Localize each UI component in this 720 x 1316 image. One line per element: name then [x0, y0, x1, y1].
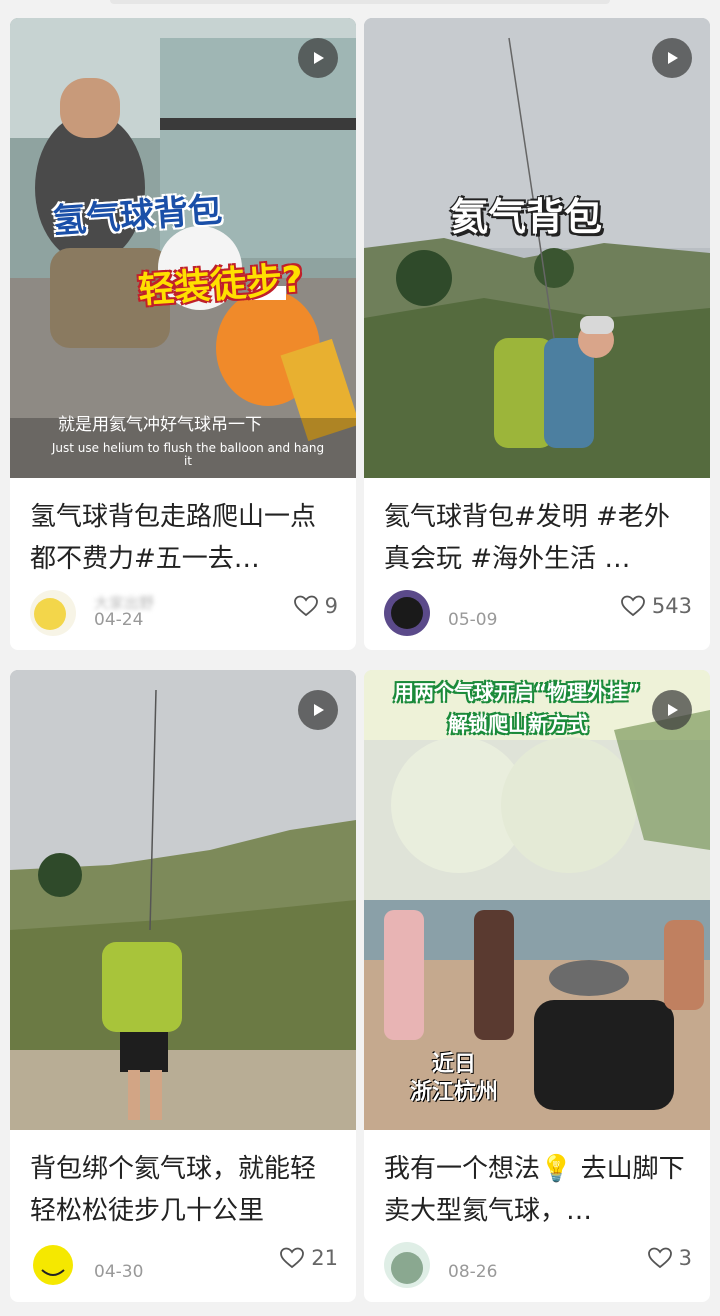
like-button[interactable]: 21: [279, 1246, 338, 1270]
note-title[interactable]: 背包绑个氦气球，就能轻轻松松徒步几十公里: [10, 1130, 356, 1242]
heart-outline-icon: [293, 595, 318, 617]
cover-image: [364, 670, 710, 1130]
cover-headline-2: 解锁爬山新方式: [448, 712, 588, 736]
like-count: 3: [678, 1246, 692, 1270]
video-cover[interactable]: 氦气背包: [364, 18, 710, 478]
cover-image: [364, 18, 710, 478]
cover-location-2: 浙江杭州: [410, 1080, 499, 1105]
play-icon: [314, 52, 324, 64]
post-date: 05-09: [448, 610, 498, 630]
video-cover[interactable]: 氢气球背包 轻装徒步? 就是用氦气冲好气球吊一下 Just use helium…: [10, 18, 356, 478]
play-icon: [314, 704, 324, 716]
post-date: 08-26: [448, 1262, 498, 1282]
note-title[interactable]: 氢气球背包走路爬山一点都不费力#五一去…: [10, 478, 356, 590]
note-card-1[interactable]: 氢气球背包 轻装徒步? 就是用氦气冲好气球吊一下 Just use helium…: [10, 18, 356, 650]
avatar[interactable]: [30, 590, 76, 636]
play-button[interactable]: [298, 690, 338, 730]
play-button[interactable]: [298, 38, 338, 78]
play-button[interactable]: [652, 690, 692, 730]
note-meta: 05-09 543: [364, 590, 710, 650]
top-edge: [110, 0, 610, 4]
heart-outline-icon: [647, 1247, 672, 1269]
note-meta: 08-26 3: [364, 1242, 710, 1302]
cover-image: [10, 18, 356, 478]
note-card-2[interactable]: 氦气背包 氦气球背包#发明 #老外真会玩 #海外生活 … 05-09 543: [364, 18, 710, 650]
post-date: 04-24: [94, 610, 144, 630]
heart-outline-icon: [280, 1247, 305, 1269]
cover-headline-1: 氦气背包: [450, 195, 603, 239]
play-icon: [668, 704, 678, 716]
avatar[interactable]: [384, 1242, 430, 1288]
note-meta: 04-30 21: [10, 1242, 356, 1302]
video-cover[interactable]: [10, 670, 356, 1130]
post-date: 04-30: [94, 1262, 144, 1282]
heart-outline-icon: [621, 595, 645, 617]
avatar[interactable]: [30, 1242, 76, 1288]
note-title[interactable]: 氦气球背包#发明 #老外真会玩 #海外生活 …: [364, 478, 710, 590]
like-count: 543: [651, 594, 692, 618]
cover-subtitle-cn: 就是用氦气冲好气球吊一下: [58, 415, 262, 435]
note-title[interactable]: 我有一个想法💡 去山脚下卖大型氦气球，…: [364, 1130, 710, 1242]
note-card-4[interactable]: 用两个气球开启“物理外挂” 解锁爬山新方式 近日 浙江杭州 我有一个想法💡 去山…: [364, 670, 710, 1302]
avatar[interactable]: [384, 590, 430, 636]
like-count: 21: [311, 1246, 338, 1270]
note-card-3[interactable]: 背包绑个氦气球，就能轻轻松松徒步几十公里 04-30 21: [10, 670, 356, 1302]
like-count: 9: [324, 594, 338, 618]
like-button[interactable]: 9: [293, 594, 338, 618]
like-button[interactable]: 3: [647, 1246, 692, 1270]
video-cover[interactable]: 用两个气球开启“物理外挂” 解锁爬山新方式 近日 浙江杭州: [364, 670, 710, 1130]
feed-grid: 氢气球背包 轻装徒步? 就是用氦气冲好气球吊一下 Just use helium…: [0, 0, 720, 1316]
play-button[interactable]: [652, 38, 692, 78]
like-button[interactable]: 543: [620, 594, 692, 618]
note-meta: 大家出野 04-24 9: [10, 590, 356, 650]
cover-headline-1: 用两个气球开启“物理外挂”: [394, 680, 641, 704]
cover-subtitle-en: Just use helium to flush the balloon and…: [51, 441, 325, 468]
cover-image: [10, 670, 356, 1130]
play-icon: [668, 52, 678, 64]
